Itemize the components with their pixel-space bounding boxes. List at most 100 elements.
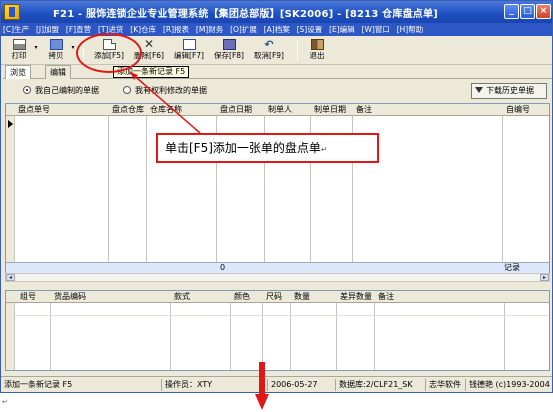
column <box>171 303 231 370</box>
menu-franchise[interactable]: [J]加盟 <box>34 23 61 36</box>
status-bar: 添加一条新记录 F5 操作员：XTY 2006-05-27 数据库:2/CLF2… <box>1 376 552 392</box>
save-button[interactable]: 保存[F8] <box>211 38 247 63</box>
edit-label: 编辑[F7] <box>174 51 204 60</box>
master-grid-header: 盘点单号 盘点仓库 仓库名称 盘点日期 制单人 制单日期 备注 自编号 <box>6 104 549 116</box>
detail-grid-body <box>6 303 549 370</box>
callout-text: 单击[F5]添加一张单的盘点单 <box>165 141 321 155</box>
minimize-button[interactable]: _ <box>504 4 519 19</box>
column <box>337 303 375 370</box>
tab-browse[interactable]: 浏览 <box>5 65 31 79</box>
menu-bar: [C]生产 [J]加盟 [F]直营 [T]进货 [K]仓库 [R]报表 [M]财… <box>1 23 552 36</box>
col-header-remark[interactable]: 备注 <box>354 104 372 116</box>
undo-icon: ↶ <box>264 38 274 51</box>
radio-mine-label[interactable]: 我自己编制的单据 <box>35 85 99 96</box>
cancel-button[interactable]: ↶ 取消[F9] <box>251 38 287 63</box>
horizontal-scrollbar[interactable]: ◂ ▸ <box>5 273 550 282</box>
status-message: 添加一条新记录 F5 <box>4 380 73 389</box>
callout-return-mark: ↵ <box>320 145 328 154</box>
menu-settings[interactable]: [S]设置 <box>295 23 325 36</box>
printer-icon <box>12 39 26 50</box>
column <box>291 303 337 370</box>
col-header-stocktake-date[interactable]: 盘点日期 <box>218 104 252 116</box>
column <box>263 303 291 370</box>
download-history-label: 下载历史单据 <box>486 86 534 95</box>
instruction-callout: 单击[F5]添加一张单的盘点单↵ <box>156 133 379 163</box>
window-title: F21 - 服饰连锁企业专业管理系统【集团总部版】[SK2006] - [821… <box>53 9 438 20</box>
toolbar-separator <box>297 40 298 61</box>
exit-door-icon <box>310 39 324 50</box>
paragraph-mark: ↵ <box>2 398 8 406</box>
column <box>15 116 109 263</box>
radio-editable-label[interactable]: 我有权利修改的单据 <box>135 85 207 96</box>
column <box>375 303 505 370</box>
col-header-size[interactable]: 尺码 <box>264 291 282 303</box>
col-header-diff-quantity[interactable]: 差异数量 <box>338 291 372 303</box>
print-dropdown-arrow[interactable]: ▾ <box>32 38 40 63</box>
row-indicator-column <box>6 116 15 263</box>
exit-label: 退出 <box>309 51 325 60</box>
download-history-button[interactable]: 下载历史单据 <box>471 83 547 99</box>
filter-funnel-icon <box>475 87 483 93</box>
copy-button[interactable]: 拷贝 <box>44 38 68 63</box>
col-header-quantity[interactable]: 数量 <box>292 291 310 303</box>
menu-finance[interactable]: [M]财务 <box>194 23 225 36</box>
copy-icon <box>49 39 63 50</box>
save-label: 保存[F8] <box>214 51 244 60</box>
edit-button[interactable]: 编辑[F7] <box>171 38 207 63</box>
status-database: 数据库:2/CLF21_SK <box>335 379 419 391</box>
column <box>109 116 147 263</box>
col-header-warehouse-name[interactable]: 仓库名称 <box>148 104 182 116</box>
record-label: 记录 <box>504 263 520 272</box>
tab-edit[interactable]: 编辑 <box>45 65 71 79</box>
row-divider <box>15 315 549 316</box>
col-header-self-code[interactable]: 自编号 <box>504 104 530 116</box>
status-company: 志华软件 <box>425 379 465 391</box>
record-count: 0 <box>220 263 226 272</box>
col-header-stocktake-no[interactable]: 盘点单号 <box>16 104 50 116</box>
menu-edit[interactable]: [E]编辑 <box>327 23 357 36</box>
menu-window[interactable]: [W]窗口 <box>360 23 392 36</box>
close-button[interactable]: × <box>536 4 551 19</box>
menu-warehouse[interactable]: [K]仓库 <box>128 23 158 36</box>
print-button[interactable]: 打印 <box>7 38 31 63</box>
app-logo-icon <box>4 4 20 20</box>
down-arrow-icon <box>255 362 269 410</box>
menu-help[interactable]: [H]帮助 <box>395 23 426 36</box>
col-header-color[interactable]: 颜色 <box>232 291 250 303</box>
menu-archive[interactable]: [A]档案 <box>262 23 292 36</box>
column <box>51 303 171 370</box>
status-author: 钱德艳 (c)1993-2004 <box>465 379 552 391</box>
status-operator: 操作员：XTY <box>161 379 257 391</box>
stocktake-master-grid[interactable]: 盘点单号 盘点仓库 仓库名称 盘点日期 制单人 制单日期 备注 自编号 0 记录 <box>5 103 550 273</box>
col-header-item-code[interactable]: 货品编码 <box>52 291 86 303</box>
col-header-style[interactable]: 款式 <box>172 291 190 303</box>
col-header-detail-remark[interactable]: 备注 <box>376 291 394 303</box>
edit-document-icon <box>182 39 196 50</box>
menu-extend[interactable]: [O]扩展 <box>228 23 259 36</box>
scroll-left-icon[interactable]: ◂ <box>6 274 15 281</box>
copy-label: 拷贝 <box>48 51 64 60</box>
exit-button[interactable]: 退出 <box>305 38 329 63</box>
delete-x-icon: ✕ <box>143 37 155 51</box>
title-bar[interactable]: F21 - 服饰连锁企业专业管理系统【集团总部版】[SK2006] - [821… <box>1 1 552 23</box>
col-header-group-no[interactable]: 组号 <box>18 291 36 303</box>
radio-mine[interactable] <box>23 86 31 94</box>
highlight-circle-add-button <box>76 33 142 73</box>
master-grid-footer: 0 记录 <box>6 262 549 273</box>
detail-grid-header: 组号 货品编码 款式 颜色 尺码 数量 差异数量 备注 <box>6 291 549 303</box>
status-date: 2006-05-27 <box>267 379 335 391</box>
maximize-button[interactable]: □ <box>520 4 535 19</box>
menu-direct[interactable]: [F]直营 <box>64 23 93 36</box>
radio-editable[interactable] <box>123 86 131 94</box>
col-header-create-date[interactable]: 制单日期 <box>312 104 346 116</box>
col-header-warehouse[interactable]: 盘点仓库 <box>110 104 144 116</box>
menu-production[interactable]: [C]生产 <box>1 23 31 36</box>
column <box>231 303 263 370</box>
col-header-creator[interactable]: 制单人 <box>266 104 292 116</box>
row-indicator-column <box>6 303 15 370</box>
scroll-right-icon[interactable]: ▸ <box>540 274 549 281</box>
filter-bar: 我自己编制的单据 我有权利修改的单据 下载历史单据 <box>5 80 550 102</box>
column <box>15 303 51 370</box>
menu-reports[interactable]: [R]报表 <box>161 23 191 36</box>
stocktake-detail-grid[interactable]: 组号 货品编码 款式 颜色 尺码 数量 差异数量 备注 <box>5 290 550 371</box>
